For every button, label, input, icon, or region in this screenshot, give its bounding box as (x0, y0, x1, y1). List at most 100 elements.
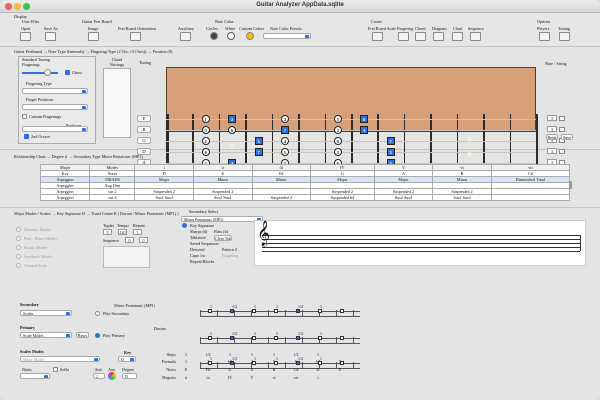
note-marker[interactable]: 5 (201, 126, 210, 134)
chord-icon[interactable] (415, 32, 426, 41)
note-marker[interactable]: 3 (360, 126, 369, 134)
note-marker[interactable]: 4 (280, 137, 289, 145)
capo-label: Capo 1st (190, 253, 205, 258)
table-row[interactable]: Arpeggios sus 4 Sus2 Sus4 Sus2 Sus4 Suspende… (39, 194, 571, 201)
mode-radio[interactable] (16, 254, 21, 259)
staff-line (262, 247, 580, 248)
tuplet-input[interactable]: 3 (103, 229, 112, 235)
sequence-b-input[interactable]: 0 (139, 237, 148, 243)
mini-fret (268, 337, 269, 344)
note-marker[interactable]: 1 (201, 115, 210, 123)
tempo-input[interactable]: 120 (118, 229, 127, 235)
stepper-icon[interactable] (559, 126, 565, 132)
mode-radio[interactable] (16, 245, 21, 250)
ghost-checkbox[interactable] (65, 70, 70, 75)
orientation-icon[interactable] (130, 32, 141, 41)
white-circle-icon[interactable] (227, 32, 235, 40)
note-marker[interactable]: 2 (228, 115, 237, 123)
tuning-button-2[interactable]: G (137, 137, 151, 144)
circles-icon[interactable] (210, 32, 218, 40)
mode-radio[interactable] (16, 236, 21, 241)
note-marker[interactable]: 6 (360, 115, 369, 123)
positions-select[interactable] (22, 126, 88, 132)
reset-button[interactable]: Reset (546, 134, 558, 140)
scales-modes-select[interactable]: Major Modes (20, 356, 100, 362)
note-marker[interactable]: 3 (254, 137, 263, 145)
sequence-a-input[interactable]: 0 (125, 237, 134, 243)
fingering-icon[interactable] (398, 32, 409, 41)
notes-select[interactable] (20, 373, 50, 379)
stepper-icon[interactable] (559, 115, 565, 121)
table-scrollbar[interactable] (569, 181, 572, 189)
custom-color-icon[interactable] (246, 32, 254, 40)
chord-voicings-list[interactable] (103, 68, 131, 138)
custom-fingerings-checkbox[interactable] (22, 114, 27, 119)
degree-select[interactable]: D (122, 373, 137, 379)
diagram-icon[interactable] (433, 32, 444, 41)
note-marker[interactable]: 7 (386, 137, 395, 145)
play-secondary-radio[interactable] (95, 311, 100, 316)
modes-section: Major Modes / Scales → Key Signature D →… (0, 208, 600, 400)
slider-knob[interactable] (44, 69, 51, 76)
tuning-button-0[interactable]: E (137, 115, 151, 122)
size-select[interactable]: 2 (93, 373, 105, 379)
notes-cell: B (272, 367, 276, 372)
mode-radio[interactable] (16, 227, 21, 232)
color-wheel-icon[interactable] (108, 372, 116, 380)
fingering-type-select[interactable] (22, 88, 88, 94)
fret-board-scale-icon[interactable] (372, 32, 383, 41)
mini-note (230, 309, 234, 313)
sequence-icon[interactable] (470, 32, 481, 41)
fretboard-breadcrumb: Guitar Fretboard → Note Type (Intervals)… (14, 49, 173, 54)
chart-icon[interactable] (452, 32, 463, 41)
note-marker[interactable]: 2 (333, 126, 342, 134)
note-marker[interactable]: 6 (333, 137, 342, 145)
fret-board-scale-label: Fret Board Scale (368, 26, 397, 31)
note-color-presets-select[interactable] (263, 33, 311, 39)
notes-cell: E (338, 367, 342, 372)
relationship-table: Major Modes i ii iii IV Vvi vii Key Notes D E F# G A B C… (39, 164, 571, 201)
key-signature-radio[interactable] (182, 223, 187, 228)
mode-radio[interactable] (16, 263, 21, 268)
save-button[interactable]: Save (561, 134, 573, 140)
sequence-list[interactable] (103, 246, 150, 268)
steps-cell: 1 (317, 352, 319, 357)
primary-modes-select[interactable]: Scale Modes (20, 332, 72, 338)
second-octave-checkbox[interactable] (24, 134, 29, 139)
note-string-input[interactable]: 3 (547, 126, 557, 132)
formula-cell: b7 (316, 359, 320, 364)
note-marker[interactable]: 5 (333, 115, 342, 123)
tuplet-label: Tuplet (103, 223, 114, 228)
solfa-checkbox[interactable] (53, 367, 58, 372)
key-select[interactable]: D (118, 356, 136, 362)
auxiliary-icon[interactable] (180, 32, 191, 41)
secondary-scales-select[interactable]: Scales (20, 310, 72, 316)
mini-note (318, 309, 322, 313)
play-primary-radio[interactable] (95, 333, 100, 338)
chevron-down-icon (44, 374, 48, 378)
mini-note (208, 309, 212, 313)
repeat-input[interactable]: 1 (133, 229, 142, 235)
tuning-icon[interactable] (559, 32, 570, 41)
chord-label: Chord (415, 26, 426, 31)
note-marker[interactable]: 6 (228, 126, 237, 134)
primary-reset-button[interactable]: Reset (76, 332, 89, 338)
degrees-cell: iii (206, 375, 210, 380)
mode-option-label: Diatonic Modes (24, 227, 51, 232)
note-marker[interactable]: 7 (280, 126, 289, 134)
title-bar: Guitar Analyzer AppData.sqlite (0, 0, 600, 13)
degree-label: Degree (122, 367, 135, 372)
finger-positions-select[interactable] (22, 104, 88, 110)
note-marker[interactable]: 3 (280, 115, 289, 123)
note-string-input[interactable]: 3 (547, 115, 557, 121)
open-file-icon[interactable] (20, 32, 31, 41)
image-icon[interactable] (88, 32, 99, 41)
players-icon[interactable] (539, 32, 550, 41)
save-as-icon[interactable] (45, 32, 56, 41)
fingering-slider[interactable] (22, 72, 58, 74)
note-marker[interactable]: 2 (201, 137, 210, 145)
primary-modes-value: Scale Modes (23, 333, 44, 338)
secondary-scales-value: Scales (23, 311, 34, 316)
mini-fret (268, 310, 269, 317)
tuning-button-1[interactable]: B (137, 126, 151, 133)
